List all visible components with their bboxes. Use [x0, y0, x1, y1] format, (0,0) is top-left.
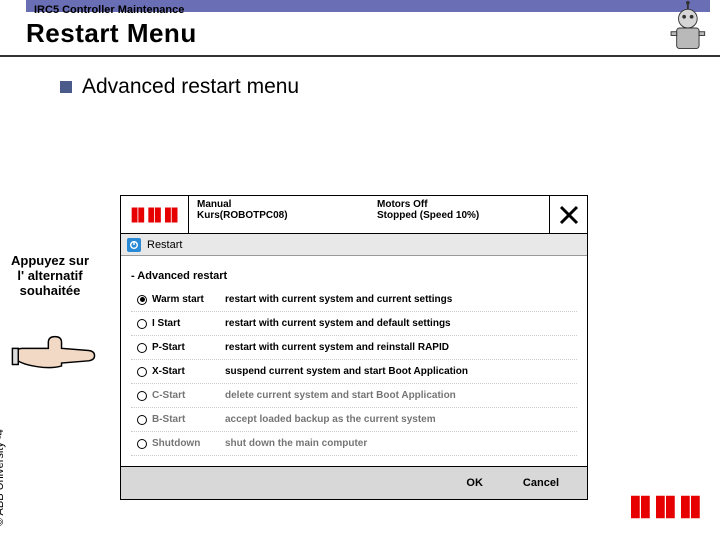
fp-option-desc: restart with current system and reinstal…	[221, 342, 577, 353]
side-caption: Appuyez sur l' alternatif souhaitée	[4, 254, 96, 299]
fp-radio[interactable]: Shutdown	[131, 438, 221, 449]
fp-radio[interactable]: B-Start	[131, 414, 221, 425]
fp-option-row[interactable]: I Start restart with current system and d…	[131, 312, 577, 336]
fp-radio[interactable]: P-Start	[131, 342, 221, 353]
pointing-hand-icon	[8, 324, 96, 380]
close-button[interactable]	[549, 196, 587, 233]
fp-option-desc: suspend current system and start Boot Ap…	[221, 366, 577, 377]
fp-mode-label: Manual	[197, 199, 361, 210]
fp-option-row[interactable]: X-Start suspend current system and start …	[131, 360, 577, 384]
fp-option-desc: shut down the main computer	[221, 438, 577, 449]
fp-status-right: Motors Off Stopped (Speed 10%)	[369, 196, 549, 233]
fp-radio[interactable]: Warm start	[131, 294, 221, 305]
bullet-square-icon	[60, 81, 72, 93]
bullet-text: Advanced restart menu	[82, 75, 299, 99]
robot-mascot-icon	[658, 0, 714, 56]
fp-option-name: Shutdown	[152, 438, 200, 449]
fp-section-heading: - Advanced restart	[131, 270, 577, 282]
cancel-button[interactable]: Cancel	[523, 477, 559, 489]
fp-tab[interactable]: Restart	[121, 234, 587, 256]
radio-icon	[137, 391, 147, 401]
side-caption-line: Appuyez sur	[4, 254, 96, 269]
slide-title: Restart Menu	[26, 16, 710, 55]
ok-button[interactable]: OK	[466, 477, 483, 489]
fp-option-name: C-Start	[152, 390, 185, 401]
fp-option-desc: restart with current system and current …	[221, 294, 577, 305]
radio-icon	[137, 439, 147, 449]
fp-option-desc: delete current system and start Boot App…	[221, 390, 577, 401]
fp-option-desc: restart with current system and default …	[221, 318, 577, 329]
fp-footer: OK Cancel	[121, 466, 587, 499]
fp-motors-status: Motors Off	[377, 199, 541, 210]
radio-icon	[137, 295, 147, 305]
fp-radio[interactable]: C-Start	[131, 390, 221, 401]
fp-radio[interactable]: X-Start	[131, 366, 221, 377]
copyright-text: © ABB University -4	[0, 429, 6, 526]
fp-status-left: Manual Kurs(ROBOTPC08)	[189, 196, 369, 233]
fp-option-name: I Start	[152, 318, 180, 329]
side-caption-line: l' alternatif	[4, 269, 96, 284]
abb-logo-icon	[628, 492, 704, 522]
flexpendant-window: Manual Kurs(ROBOTPC08) Motors Off Stoppe…	[120, 195, 588, 500]
fp-option-desc: accept loaded backup as the current syst…	[221, 414, 577, 425]
fp-speed-status: Stopped (Speed 10%)	[377, 210, 541, 221]
fp-option-name: B-Start	[152, 414, 185, 425]
fp-statusbar: Manual Kurs(ROBOTPC08) Motors Off Stoppe…	[121, 196, 587, 234]
fp-radio[interactable]: I Start	[131, 318, 221, 329]
bullet-item: Advanced restart menu	[60, 75, 720, 99]
abb-logo-icon	[121, 196, 189, 233]
fp-option-name: X-Start	[152, 366, 185, 377]
radio-icon	[137, 343, 147, 353]
radio-icon	[137, 367, 147, 377]
fp-system-name: Kurs(ROBOTPC08)	[197, 210, 361, 221]
fp-option-row[interactable]: Warm start restart with current system an…	[131, 288, 577, 312]
fp-tab-label: Restart	[147, 239, 182, 251]
fp-option-row[interactable]: C-Start delete current system and start B…	[131, 384, 577, 408]
fp-option-name: P-Start	[152, 342, 185, 353]
fp-option-name: Warm start	[152, 294, 204, 305]
close-icon	[557, 203, 581, 227]
fp-option-row[interactable]: B-Start accept loaded backup as the curre…	[131, 408, 577, 432]
fp-option-row[interactable]: Shutdown shut down the main computer	[131, 432, 577, 456]
radio-icon	[137, 319, 147, 329]
slide-header: IRC5 Controller Maintenance Restart Menu	[0, 0, 720, 57]
fp-option-row[interactable]: P-Start restart with current system and r…	[131, 336, 577, 360]
side-caption-line: souhaitée	[4, 284, 96, 299]
radio-icon	[137, 415, 147, 425]
power-icon	[127, 238, 141, 252]
